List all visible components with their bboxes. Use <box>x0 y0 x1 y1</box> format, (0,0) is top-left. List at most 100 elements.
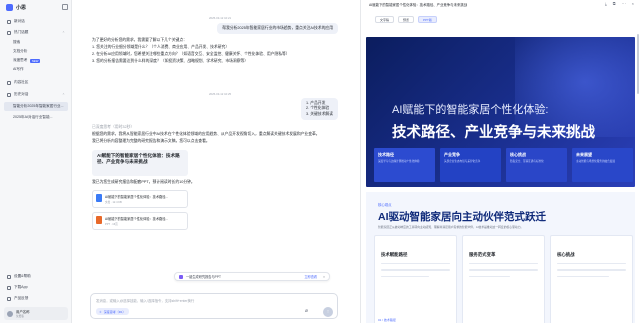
sidebar-item-label: 内容社区 <box>14 80 29 84</box>
slide-card-title: 未来展望 <box>576 152 592 157</box>
history-icon <box>7 92 11 97</box>
text-line <box>469 263 538 265</box>
slide-card: 产业竞争 头部企业生态布局与差异化竞争 <box>440 148 501 182</box>
tab-script[interactable]: 文字稿 <box>375 16 395 23</box>
sidebar-item-label: 设置&帮助 <box>14 274 31 278</box>
send-button[interactable]: ↑ <box>323 307 333 317</box>
user-info: 用户名称 免费版 <box>16 309 30 318</box>
paperclip-icon[interactable]: ⌀ <box>305 308 308 314</box>
logo-icon <box>6 4 13 11</box>
deep-think-toggle[interactable]: ⚛ 深度思考（R1） <box>96 308 129 315</box>
ai-paragraph: 3. 您的分析报告需要达到什么样的深度？（如投资决策、战略规划、学术研究、市场洞… <box>92 59 249 64</box>
chat-area: 2025-03-12 10:21 帮我分析2025年智能家居行业的市场趋势，重点… <box>72 0 360 323</box>
download-icon[interactable]: ⤓ <box>605 1 607 6</box>
message-input[interactable]: 发消息，或输入@选择技能，输入/选择指令，支持shift+enter换行 <box>96 298 194 303</box>
slide-cards: 技术路径 深度学习与边缘计算推动个性化体验 产业竞争 头部企业生态布局与差异化竞… <box>374 148 633 182</box>
sidebar-item-feedback[interactable]: 产品反馈 <box>4 294 68 303</box>
sidebar-item-label: 热门话题 <box>14 30 29 34</box>
close-icon[interactable]: × <box>632 1 634 6</box>
sidebar-item-hot-topics[interactable]: 热门话题 ⌃ <box>4 28 68 37</box>
slide-column: 技术赋能路径 <box>374 235 457 323</box>
preview-title: AI赋能下的智能家居个性化体验：技术路径、产业竞争与未来挑战 <box>369 3 468 7</box>
ai-summary: 我已为您生成研究报告和配套PPT，预计阅读时长约10分钟。 <box>92 180 195 184</box>
text-line <box>557 275 609 278</box>
text-line <box>557 269 626 271</box>
tab-ppt[interactable]: PPT版 <box>418 16 437 23</box>
slide-column-title: 核心挑战 <box>557 252 575 257</box>
community-icon <box>7 80 11 85</box>
user-list-item: 3. 关键技术解读 <box>305 111 333 116</box>
slide-card: 核心挑战 隐私安全、互联互通与标准化 <box>506 148 567 182</box>
slide-card-desc: 主动智能与场景化服务的融合发展 <box>576 160 615 163</box>
sidebar-item-label: 深度思考 <box>13 58 28 62</box>
fire-icon <box>7 30 11 35</box>
slide-card: 技术路径 深度学习与边缘计算推动个性化体验 <box>374 148 435 182</box>
new-chat-icon <box>7 19 11 24</box>
message-input-box[interactable]: 发消息，或输入@选择技能，输入/选择指令，支持shift+enter换行 ⚛ 深… <box>90 293 338 319</box>
sidebar: 小思 新对话 热门话题 ⌃ 搜索 文档分析 深度思考 NEW AI写作 内容社区… <box>0 0 72 323</box>
slide-columns: 技术赋能路径 服务范式变革 核心挑战 <box>374 235 633 323</box>
close-icon[interactable]: × <box>323 275 325 279</box>
slide-card: 未来展望 主动智能与场景化服务的融合发展 <box>572 148 633 182</box>
tab-preview[interactable]: 预览 <box>398 16 415 23</box>
sidebar-item-deep-think[interactable]: 深度思考 NEW <box>4 56 68 65</box>
file-size: PPT · 16页 <box>105 223 118 226</box>
sidebar-item-label: 下载App <box>14 285 28 289</box>
ppt-file-icon <box>96 216 102 224</box>
text-line <box>381 275 430 278</box>
message-timestamp: 2025-03-12 10:21 <box>209 16 232 20</box>
slide-card-title: 核心挑战 <box>510 152 526 157</box>
message-timestamp: 2025-03-12 10:25 <box>209 92 232 96</box>
slide-cover: AI赋能下的智能家居个性化体验: 技术路径、产业竞争与未来挑战 技术路径 深度学… <box>366 37 635 187</box>
text-line <box>557 263 626 265</box>
sidebar-item-search[interactable]: 搜索 <box>4 38 68 47</box>
doc-file-icon <box>96 194 102 202</box>
scrollbar[interactable] <box>637 34 639 94</box>
ai-paragraph: 我已将分析内容整理为完整的研究报告和演示文稿，您可以点击查看。 <box>92 139 210 144</box>
ai-paragraph: 2. 在分析AI应用领域时，您希望关注哪些重点方向？（如语音交互、安全监控、健康… <box>92 52 290 57</box>
sidebar-item-community[interactable]: 内容社区 <box>4 78 68 87</box>
history-item[interactable]: 2025年AI对话行业智能... <box>4 113 68 122</box>
chevron-up-icon: ⌃ <box>61 30 65 35</box>
report-toast: 一键生成研究报告与PPT 立即查看 × <box>174 272 330 281</box>
slide-footer: 01 / 技术路径 <box>378 318 396 322</box>
preview-tabs: 文字稿 预览 PPT版 <box>375 16 437 23</box>
file-size: 文档 · 12.4 KB <box>105 201 122 204</box>
sparkle-icon <box>179 274 183 279</box>
gear-icon <box>7 274 11 279</box>
file-card-ppt[interactable]: AI赋能下的智能家居个性化体验：技术路径... PPT · 16页 <box>92 212 188 230</box>
ai-response: 已深度思考（用时32秒） 根据您的需求，我将从智能家居行业中AI技术在个性化体验… <box>92 125 338 146</box>
sidebar-item-label: 产品反馈 <box>14 296 29 300</box>
new-badge: NEW <box>30 58 40 63</box>
slide-column: 服务范式变革 <box>462 235 545 323</box>
sidebar-item-download[interactable]: 下载App <box>4 283 68 292</box>
history-item-label: 2025年AI对话行业智能... <box>13 115 53 119</box>
chevron-up-icon: ⌃ <box>61 92 65 97</box>
sidebar-collapse-icon[interactable] <box>62 4 68 10</box>
sidebar-item-new-chat[interactable]: 新对话 <box>4 17 68 26</box>
slide-title: AI驱动智能家居向主动伙伴范式跃迁 <box>378 211 546 223</box>
history-item[interactable]: 智能分析2025年智能家居行业... <box>4 102 68 111</box>
file-name: AI赋能下的智能家居个性化体验：技术路径... <box>105 195 169 199</box>
ai-response: 为了更好的分析您的需求，我需要了解以下几个关键点： 1. 您关注的行业细分领域是… <box>92 38 338 66</box>
slide-card-title: 产业竞争 <box>444 152 460 157</box>
sidebar-item-settings[interactable]: 设置&帮助 <box>4 272 68 281</box>
toast-view-link[interactable]: 立即查看 <box>304 274 317 279</box>
ai-paragraph: 为了更好的分析您的需求，我需要了解以下几个关键点： <box>92 38 187 42</box>
user-plan: 免费版 <box>16 315 24 318</box>
ai-paragraph: 根据您的需求，我将从智能家居行业中AI技术在个性化体验领域的应用趋势、从产品开发… <box>92 132 320 137</box>
user-profile[interactable]: 用户名称 免费版 <box>4 307 68 320</box>
slide-card-title: 技术路径 <box>378 152 394 157</box>
app-name: 小思 <box>16 5 27 11</box>
preview-panel: AI赋能下的智能家居个性化体验：技术路径、产业竞争与未来挑战 ⤓ ⧉ ⋯ × 文… <box>360 0 640 323</box>
app-logo[interactable]: 小思 <box>6 4 26 11</box>
thinking-status[interactable]: 已深度思考（用时32秒） <box>92 125 338 131</box>
sidebar-item-history[interactable]: 历史对话 ⌃ <box>4 90 68 99</box>
sidebar-item-doc-analysis[interactable]: 文档分析 <box>4 47 68 56</box>
sidebar-item-label: 文档分析 <box>13 49 28 53</box>
file-card-doc[interactable]: AI赋能下的智能家居个性化体验：技术路径... 文档 · 12.4 KB <box>92 190 188 208</box>
sidebar-item-ai-writing[interactable]: AI写作 <box>4 65 68 74</box>
report-title-card[interactable]: AI赋能下的智能家居个性化体验：技术路径、产业竞争与未来挑战 <box>92 150 188 176</box>
more-icon[interactable]: ⋯ <box>622 1 626 6</box>
copy-icon[interactable]: ⧉ <box>613 1 616 6</box>
